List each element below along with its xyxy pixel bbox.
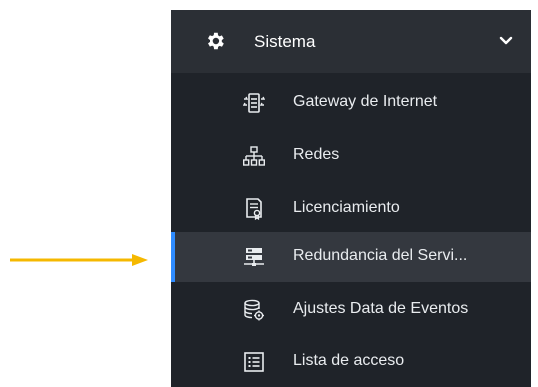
sidebar-item-redundancia[interactable]: Redundancia del Servi... [171,232,531,282]
sidebar-item-ajustes-data-eventos[interactable]: Ajustes Data de Eventos [171,285,531,335]
sidebar-item-label: Ajustes Data de Eventos [293,300,469,317]
sidebar-item-label: Gateway de Internet [293,93,438,110]
sidebar-item-redes[interactable]: Redes [171,131,531,181]
sidebar-item-licenciamiento[interactable]: Licenciamiento [171,184,531,234]
access-list-icon [243,350,265,374]
gateway-icon [243,91,265,115]
license-icon [243,197,265,221]
sidebar-item-label: Redundancia del Servi... [293,247,468,264]
pointer-arrow-icon [10,253,150,267]
gear-icon [204,30,226,52]
event-data-settings-icon [243,298,265,322]
sidebar-section-sistema[interactable]: Sistema [171,10,531,73]
sidebar-item-gateway[interactable]: Gateway de Internet [171,78,531,128]
chevron-down-icon[interactable] [499,36,513,46]
sidebar-item-label: Redes [293,146,340,163]
network-icon [243,144,265,168]
sidebar-item-label: Lista de acceso [293,352,405,369]
sidebar: Sistema Gateway de Internet Redes Licenc… [171,10,531,387]
sidebar-item-label: Licenciamiento [293,199,400,216]
redundancy-icon [243,245,265,269]
sidebar-section-label: Sistema [254,32,316,51]
sidebar-item-lista-acceso[interactable]: Lista de acceso [171,337,531,387]
